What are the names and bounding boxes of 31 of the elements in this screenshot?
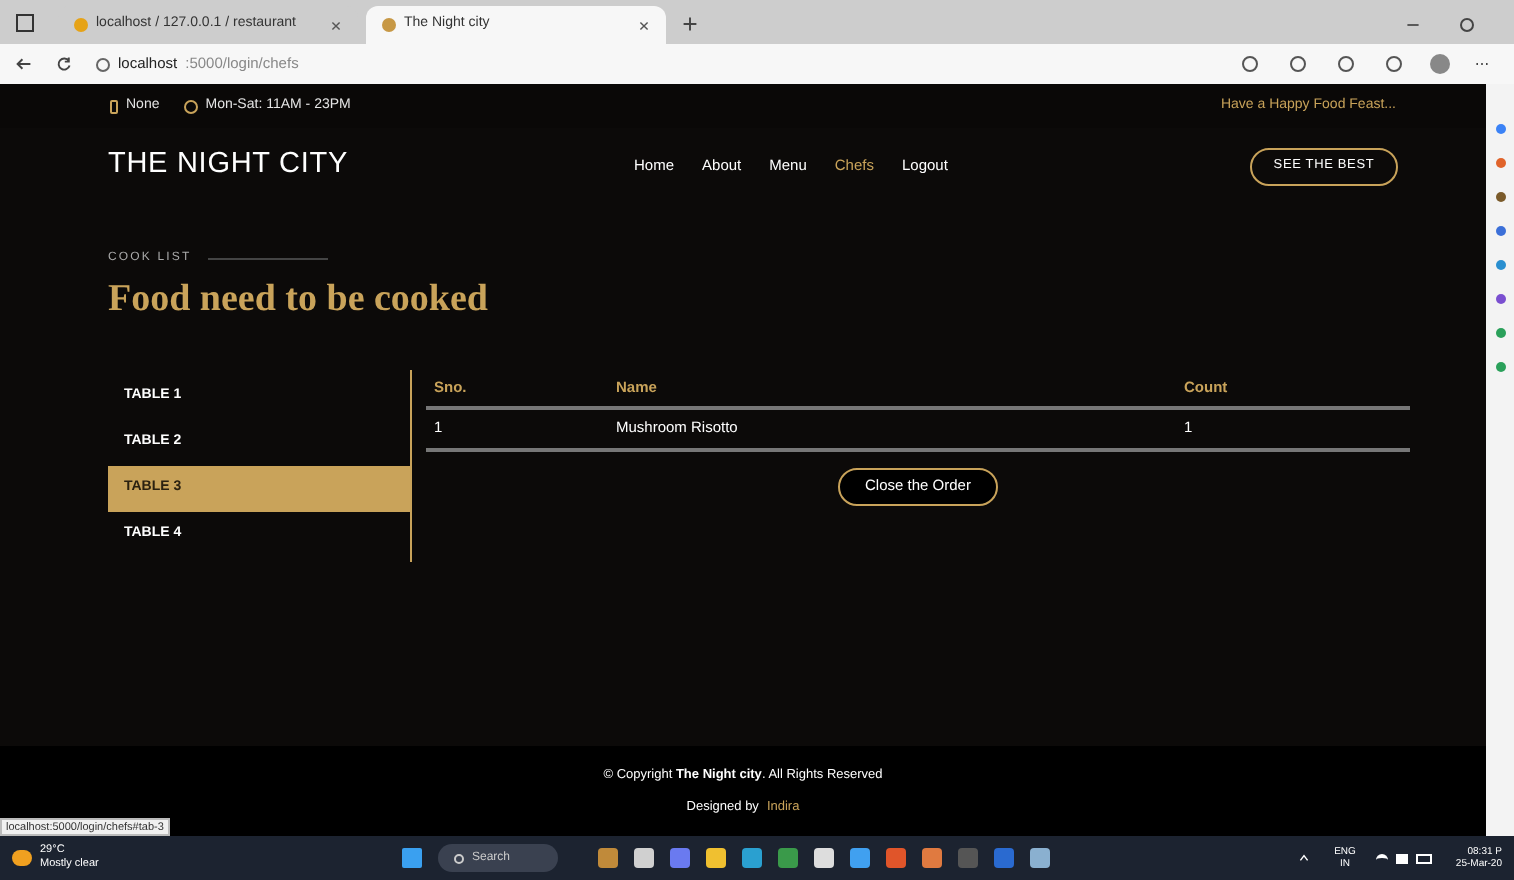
eyebrow-rule (207, 258, 328, 260)
site-icon (382, 18, 396, 32)
chevron-up-icon[interactable] (1298, 852, 1311, 864)
close-icon[interactable] (638, 19, 650, 31)
sidebar-app-icon[interactable] (1495, 294, 1505, 304)
sidebar-app-icon[interactable] (1495, 362, 1505, 372)
wifi-icon[interactable] (1375, 853, 1388, 863)
minimize-icon[interactable] (1406, 18, 1420, 32)
tab-actions-icon[interactable] (16, 14, 34, 32)
reload-icon[interactable] (56, 56, 72, 72)
profile-icon[interactable] (1430, 54, 1450, 74)
site-logo[interactable]: THE NIGHT CITY (108, 144, 634, 188)
section-title: Food need to be cooked (108, 276, 490, 324)
sidebar-app-icon[interactable] (1495, 260, 1505, 270)
close-icon[interactable] (330, 19, 342, 31)
clock-icon (183, 99, 198, 113)
weather-icon[interactable] (12, 850, 32, 866)
site-icon (74, 18, 88, 32)
battery-icon[interactable] (1415, 853, 1432, 863)
sidebar-app-icon[interactable] (1495, 192, 1505, 202)
start-icon[interactable] (402, 848, 422, 868)
search-icon (454, 853, 464, 863)
sidebar-app-icon[interactable] (1495, 158, 1505, 168)
new-tab-icon[interactable] (682, 16, 698, 32)
sidebar-app-icon[interactable] (1495, 226, 1505, 236)
sidebar-app-icon[interactable] (1495, 328, 1505, 338)
phone-icon (110, 99, 118, 113)
restore-icon[interactable] (1460, 18, 1474, 32)
info-icon[interactable] (96, 57, 110, 71)
back-icon[interactable] (16, 56, 32, 72)
sidebar-app-icon[interactable] (1495, 124, 1505, 134)
